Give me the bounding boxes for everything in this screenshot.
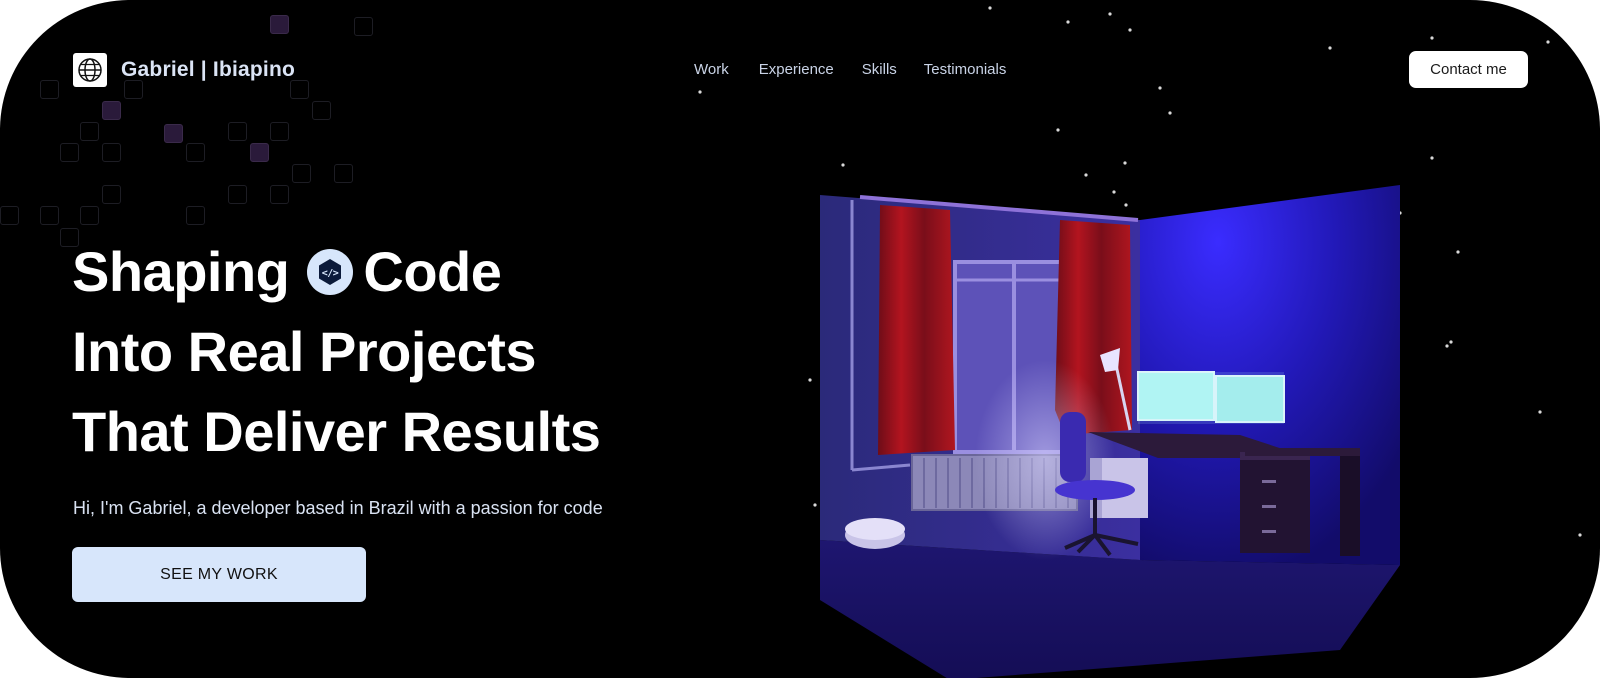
grid-square: [60, 143, 79, 162]
grid-square: [102, 185, 121, 204]
logo[interactable]: Gabriel | Ibiapino: [73, 53, 295, 87]
star: [1158, 86, 1162, 90]
headline-line-2: Into Real Projects: [72, 320, 537, 383]
star: [1066, 20, 1070, 24]
hero-intro: Hi, I'm Gabriel, a developer based in Br…: [73, 498, 603, 518]
star: [698, 90, 702, 94]
grid-square: [186, 143, 205, 162]
grid-square: [80, 122, 99, 141]
svg-text:</>: </>: [322, 268, 339, 279]
nav-item-skills[interactable]: Skills: [862, 61, 897, 78]
grid-square: [270, 185, 289, 204]
grid-square: [270, 122, 289, 141]
star: [1449, 340, 1453, 344]
star: [1084, 173, 1088, 177]
star: [1128, 28, 1132, 32]
page-frame: Gabriel | Ibiapino Work Experience Skill…: [0, 0, 1600, 678]
contact-me-button[interactable]: Contact me: [1409, 51, 1528, 88]
grid-square: [40, 206, 59, 225]
headline-word-code: Code: [363, 240, 502, 303]
nav-item-work[interactable]: Work: [694, 61, 729, 78]
star: [1056, 128, 1060, 132]
grid-square: [292, 164, 311, 183]
star: [1108, 12, 1112, 16]
star: [1430, 156, 1434, 160]
grid-square: [0, 206, 19, 225]
nav-item-experience[interactable]: Experience: [759, 61, 834, 78]
grid-square: [102, 143, 121, 162]
grid-square: [228, 122, 247, 141]
logo-text: Gabriel | Ibiapino: [121, 58, 295, 81]
grid-square: [312, 101, 331, 120]
star: [808, 378, 812, 382]
main-nav: Work Experience Skills Testimonials: [694, 61, 1006, 78]
headline-word-shaping: Shaping: [72, 240, 290, 303]
nav-item-testimonials[interactable]: Testimonials: [924, 61, 1007, 78]
star: [1168, 111, 1172, 115]
headline-line-3: That Deliver Results: [72, 400, 601, 463]
grid-square: [270, 15, 289, 34]
grid-square: [334, 164, 353, 183]
hero-headline: Shaping </> Code Into Real Projects That…: [72, 232, 601, 472]
globe-icon: [73, 53, 107, 87]
star: [1328, 46, 1332, 50]
star: [841, 163, 845, 167]
grid-square: [164, 124, 183, 143]
star: [1456, 250, 1460, 254]
grid-square: [228, 185, 247, 204]
star: [988, 6, 992, 10]
headline-line-1: Shaping </> Code: [72, 232, 600, 312]
grid-square: [186, 206, 205, 225]
code-icon: </>: [307, 249, 354, 295]
grid-square: [250, 143, 269, 162]
star: [1430, 36, 1434, 40]
grid-square: [354, 17, 373, 36]
star: [1578, 533, 1582, 537]
star: [1445, 344, 1449, 348]
star: [1123, 161, 1127, 165]
see-my-work-button[interactable]: SEE MY WORK: [72, 547, 366, 602]
star: [813, 503, 817, 507]
room-illustration: [820, 185, 1400, 678]
grid-square: [102, 101, 121, 120]
star: [1538, 410, 1542, 414]
star: [1546, 40, 1550, 44]
grid-square: [80, 206, 99, 225]
grid-square: [40, 80, 59, 99]
